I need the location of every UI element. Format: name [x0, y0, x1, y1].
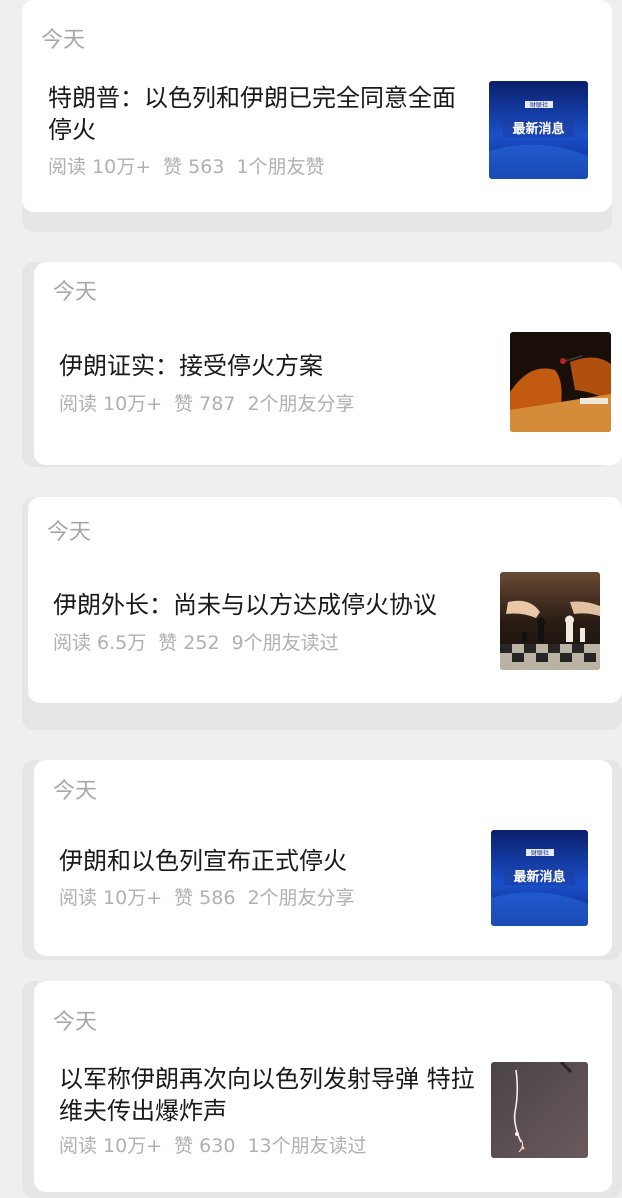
banner-text: 最新消息	[512, 121, 564, 137]
banner-brand: 财联社	[530, 101, 548, 109]
article-card[interactable]: 今天 伊朗外长：尚未与以方达成停火协议 阅读 6.5万赞 252 9个朋友读过	[28, 497, 622, 703]
chess-image	[500, 572, 600, 670]
article-card[interactable]: 今天 伊朗和以色列宣布正式停火 阅读 10万+ 赞 586 2个朋友分享 最新消息 …	[34, 760, 612, 956]
like-count: 赞 787	[174, 393, 236, 415]
article-thumbnail[interactable]: 最新消息 财联社	[491, 830, 588, 926]
article-date: 今天	[41, 28, 86, 53]
friend-activity: 1个朋友赞	[236, 156, 325, 178]
banner-text: 最新消息	[513, 869, 565, 885]
read-count: 阅读 10万+	[59, 1135, 163, 1157]
article-card[interactable]: 今天 以军称伊朗再次向以色列发射导弹 特拉维夫传出爆炸声 阅读 10万+ 赞 63…	[34, 981, 612, 1192]
article-title[interactable]: 特朗普：以色列和伊朗已完全同意全面停火	[48, 82, 478, 146]
read-count: 阅读 10万+	[59, 393, 163, 415]
article-date: 今天	[53, 1010, 98, 1035]
banner-brand: 财联社	[531, 849, 549, 857]
article-meta: 阅读 10万+ 赞 787 2个朋友分享	[59, 395, 367, 414]
article-card[interactable]: 今天 特朗普：以色列和伊朗已完全同意全面停火 阅读 10万+ 赞 563 1个朋友赞…	[22, 0, 612, 212]
read-count: 阅读 10万+	[48, 156, 152, 178]
friend-activity: 2个朋友分享	[247, 393, 355, 415]
like-count: 赞 563	[163, 156, 225, 178]
like-count: 赞 586	[174, 887, 236, 909]
article-title[interactable]: 伊朗和以色列宣布正式停火	[59, 845, 479, 877]
article-thumbnail[interactable]	[500, 572, 600, 670]
news-banner-image: 最新消息 财联社	[489, 81, 588, 179]
friend-activity: 13个朋友读过	[247, 1135, 367, 1157]
friend-activity: 9个朋友读过	[231, 632, 339, 654]
like-count: 赞 252	[158, 632, 220, 654]
article-thumbnail[interactable]: 最新消息 财联社	[489, 81, 588, 179]
article-title[interactable]: 伊朗证实：接受停火方案	[59, 350, 489, 382]
news-banner-image: 最新消息 财联社	[491, 830, 588, 926]
article-meta: 阅读 6.5万赞 252 9个朋友读过	[53, 634, 351, 653]
article-title[interactable]: 伊朗外长：尚未与以方达成停火协议	[53, 589, 493, 621]
article-title[interactable]: 以军称伊朗再次向以色列发射导弹 特拉维夫传出爆炸声	[59, 1063, 484, 1127]
article-thumbnail[interactable]	[491, 1062, 588, 1158]
friend-activity: 2个朋友分享	[247, 887, 355, 909]
article-meta: 阅读 10万+ 赞 563 1个朋友赞	[48, 158, 337, 177]
article-meta: 阅读 10万+ 赞 586 2个朋友分享	[59, 889, 367, 908]
read-count: 阅读 6.5万	[53, 632, 147, 654]
article-date: 今天	[47, 520, 92, 545]
article-date: 今天	[53, 280, 98, 305]
article-date: 今天	[53, 779, 98, 804]
conference-chairs-image	[510, 332, 611, 432]
like-count: 赞 630	[174, 1135, 236, 1157]
missile-sky-image	[491, 1062, 588, 1158]
article-meta: 阅读 10万+ 赞 630 13个朋友读过	[59, 1137, 379, 1156]
article-card[interactable]: 今天 伊朗证实：接受停火方案 阅读 10万+ 赞 787 2个朋友分享	[34, 262, 622, 465]
article-thumbnail[interactable]	[510, 332, 611, 432]
read-count: 阅读 10万+	[59, 887, 163, 909]
